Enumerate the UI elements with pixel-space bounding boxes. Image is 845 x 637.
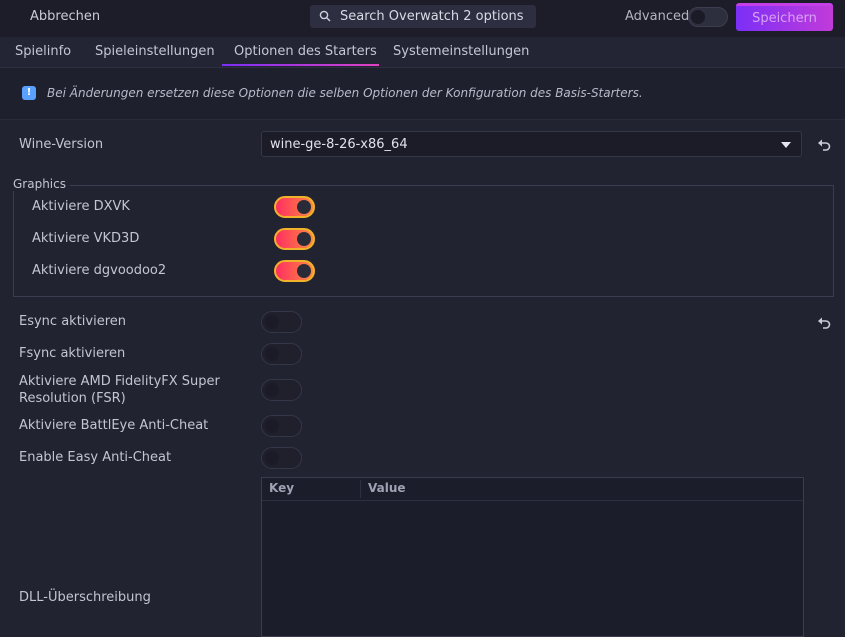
search-placeholder: Search Overwatch 2 options [340,9,524,24]
esync-toggle[interactable] [261,311,302,333]
toggle-knob [297,232,311,246]
toggle-knob [265,419,279,433]
column-header-key[interactable]: Key [269,481,294,495]
notice-text: Bei Änderungen ersetzen diese Optionen d… [47,86,643,100]
fsync-toggle[interactable] [261,343,302,365]
toggle-knob [691,10,705,24]
wine-version-select[interactable]: wine-ge-8-26-x86_64 [261,131,802,157]
search-icon [319,10,331,22]
easy-anticheat-label: Enable Easy Anti-Cheat [19,450,172,465]
chevron-down-icon [781,142,791,148]
column-header-value[interactable]: Value [368,481,406,495]
save-button[interactable]: Speichern [736,3,833,31]
battleye-toggle[interactable] [261,415,302,437]
table-header: Key Value [262,478,803,501]
undo-icon[interactable] [817,316,831,330]
fsr-label-line2: Resolution (FSR) [19,391,126,406]
search-input[interactable]: Search Overwatch 2 options [310,5,536,28]
save-label: Speichern [752,11,817,26]
column-divider [360,480,361,498]
info-notice: ! Bei Änderungen ersetzen diese Optionen… [0,68,845,120]
easy-anticheat-toggle[interactable] [261,447,302,469]
dll-override-label: DLL-Überschreibung [19,590,151,605]
advanced-label: Advanced [625,9,690,24]
undo-icon[interactable] [817,138,831,152]
tab-spielinfo[interactable]: Spielinfo [15,44,71,59]
info-icon: ! [22,86,36,100]
toggle-knob [297,200,311,214]
tab-systemeinstellungen[interactable]: Systemeinstellungen [393,44,529,59]
tab-spieleinstellungen[interactable]: Spieleinstellungen [95,44,215,59]
toggle-knob [265,347,279,361]
toggle-knob [265,315,279,329]
fsr-toggle[interactable] [261,379,302,401]
advanced-toggle[interactable] [688,7,728,27]
active-tab-indicator [222,64,379,66]
top-bar: Abbrechen Search Overwatch 2 options Adv… [0,0,845,37]
toggle-knob [265,451,279,465]
tab-bar: Spielinfo Spieleinstellungen Optionen de… [0,37,845,68]
dgvoodoo2-label: Aktiviere dgvoodoo2 [32,263,167,278]
wine-version-value: wine-ge-8-26-x86_64 [270,137,408,152]
wine-version-label: Wine-Version [19,137,104,152]
fsync-label: Fsync aktivieren [19,346,126,361]
toggle-knob [265,383,279,397]
tab-optionen-des-starters[interactable]: Optionen des Starters [234,44,377,59]
dgvoodoo2-toggle[interactable] [274,260,315,282]
graphics-group-title: Graphics [13,177,70,191]
vkd3d-label: Aktiviere VKD3D [32,231,140,246]
esync-label: Esync aktivieren [19,314,127,329]
cancel-button[interactable]: Abbrechen [30,9,100,24]
dxvk-toggle[interactable] [274,196,315,218]
dll-override-table[interactable]: Key Value [261,477,804,637]
battleye-label: Aktiviere BattlEye Anti-Cheat [19,418,209,433]
fsr-label: Aktiviere AMD FidelityFX Super [19,374,220,389]
toggle-knob [297,264,311,278]
vkd3d-toggle[interactable] [274,228,315,250]
dxvk-label: Aktiviere DXVK [32,199,130,214]
